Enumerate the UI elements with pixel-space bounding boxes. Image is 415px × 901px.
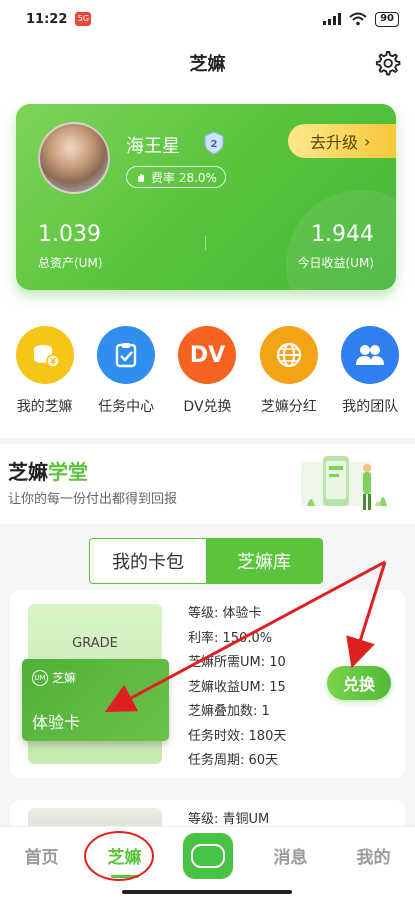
info-level: 等级: 青铜UM <box>188 812 270 827</box>
team-icon <box>341 326 400 384</box>
svg-text:2: 2 <box>211 139 218 150</box>
status-time: 11:22 <box>26 11 68 27</box>
tab-zhima-library[interactable]: 芝嫲库 <box>206 539 322 583</box>
home-bar <box>0 884 415 901</box>
dv-icon: DV <box>178 326 237 384</box>
globe-icon <box>259 326 318 384</box>
card-name: 体验卡 <box>32 713 81 732</box>
info-income-um: 芝嫲收益UM: 15 <box>188 679 286 695</box>
chevron-right-icon: › <box>364 131 371 151</box>
status-bar: 11:22 5G 90 <box>0 0 415 38</box>
hand-icon <box>138 174 144 182</box>
brand-logo: UM 芝嫲 <box>32 669 76 686</box>
menu-zhima-dividend[interactable]: 芝嫲分红 <box>250 326 328 426</box>
quick-menu: ¥ 我的芝嫲 任务中心 DV DV兑换 芝嫲分红 我的团队 <box>0 326 415 426</box>
username: 海王星 <box>126 136 180 157</box>
card-info: 等级: 体验卡 利率: 150.0% 芝嫲所需UM: 10 芝嫲收益UM: 15… <box>188 602 286 774</box>
menu-dv-exchange[interactable]: DV DV兑换 <box>168 326 246 426</box>
school-banner[interactable]: 芝嫲学堂 让你的每一份付出都得到回报 <box>0 444 415 524</box>
page-header: 芝嫲 <box>0 38 415 88</box>
menu-my-team[interactable]: 我的团队 <box>331 326 409 426</box>
card-list-item: GRADE UM 芝嫲 体验卡 等级: 体验卡 利率: 150.0% 芝嫲所需U… <box>10 590 405 778</box>
battery-icon: 90 <box>375 11 399 27</box>
nav-home[interactable]: 首页 <box>0 843 83 868</box>
center-app-icon <box>182 832 233 879</box>
total-assets-label: 总资产(UM) <box>38 256 103 270</box>
app-notification-icon: 5G <box>75 12 92 26</box>
gear-icon[interactable] <box>373 49 401 77</box>
today-income-value: 1.944 <box>311 222 374 247</box>
status-icons: 90 <box>323 11 399 27</box>
card-tabs: 我的卡包 芝嫲库 <box>89 538 323 584</box>
bottom-navigation: 首页 芝嫲 消息 我的 <box>0 826 415 884</box>
grade-tag: GRADE <box>72 636 118 651</box>
metric-divider <box>205 236 206 250</box>
today-income-label: 今日收益(UM) <box>297 256 374 270</box>
signal-icon <box>323 13 342 25</box>
fee-rate-badge: 费率 28.0% <box>126 166 226 188</box>
menu-label: 芝嫲分红 <box>260 399 317 415</box>
menu-label: DV兑换 <box>183 399 232 415</box>
school-subtitle: 让你的每一份付出都得到回报 <box>8 492 178 507</box>
profile-card: 海王星 2 费率 28.0% 去升级 › 1.039 总资产(UM) 1.944… <box>16 104 396 290</box>
info-duration: 任务时效: 180天 <box>188 728 287 744</box>
info-stack: 芝嫲叠加数: 1 <box>188 704 270 719</box>
redeem-button[interactable]: 兑换 <box>327 666 391 700</box>
page-title: 芝嫲 <box>189 54 226 75</box>
wifi-icon <box>349 12 367 26</box>
fee-rate-text: 费率 28.0% <box>151 170 217 185</box>
nav-messages[interactable]: 消息 <box>249 843 332 868</box>
total-assets-value: 1.039 <box>38 222 101 247</box>
brand-name: 芝嫲 <box>52 671 77 685</box>
info-required-um: 芝嫲所需UM: 10 <box>188 655 286 670</box>
menu-label: 我的团队 <box>342 399 399 415</box>
school-title-part2: 学堂 <box>48 460 88 484</box>
tabs-area: 我的卡包 芝嫲库 <box>0 526 415 591</box>
annotation-circle <box>84 831 154 881</box>
clipboard-check-icon <box>97 326 156 384</box>
avatar[interactable] <box>38 122 110 194</box>
upgrade-button[interactable]: 去升级 › <box>288 124 396 158</box>
school-title: 芝嫲学堂 <box>8 456 88 485</box>
info-rate: 利率: 150.0% <box>188 630 273 646</box>
menu-label: 任务中心 <box>98 399 155 415</box>
home-indicator[interactable] <box>122 890 292 894</box>
svg-text:¥: ¥ <box>50 358 57 368</box>
level-badge-icon: 2 <box>204 131 224 155</box>
upgrade-label: 去升级 <box>310 133 359 152</box>
menu-task-center[interactable]: 任务中心 <box>87 326 165 426</box>
nav-center[interactable] <box>166 832 249 879</box>
tab-my-cards[interactable]: 我的卡包 <box>90 539 206 583</box>
info-level: 等级: 体验卡 <box>188 606 262 621</box>
coins-icon: ¥ <box>15 326 74 384</box>
phone-illustration-icon <box>301 456 387 510</box>
info-cycle: 任务周期: 60天 <box>188 753 279 768</box>
menu-my-zhima[interactable]: ¥ 我的芝嫲 <box>6 326 84 426</box>
school-title-part1: 芝嫲 <box>8 460 48 484</box>
menu-label: 我的芝嫲 <box>16 399 73 415</box>
experience-card: UM 芝嫲 体验卡 <box>22 659 169 741</box>
nav-mine[interactable]: 我的 <box>332 843 415 868</box>
um-logo-icon: UM <box>32 669 48 686</box>
